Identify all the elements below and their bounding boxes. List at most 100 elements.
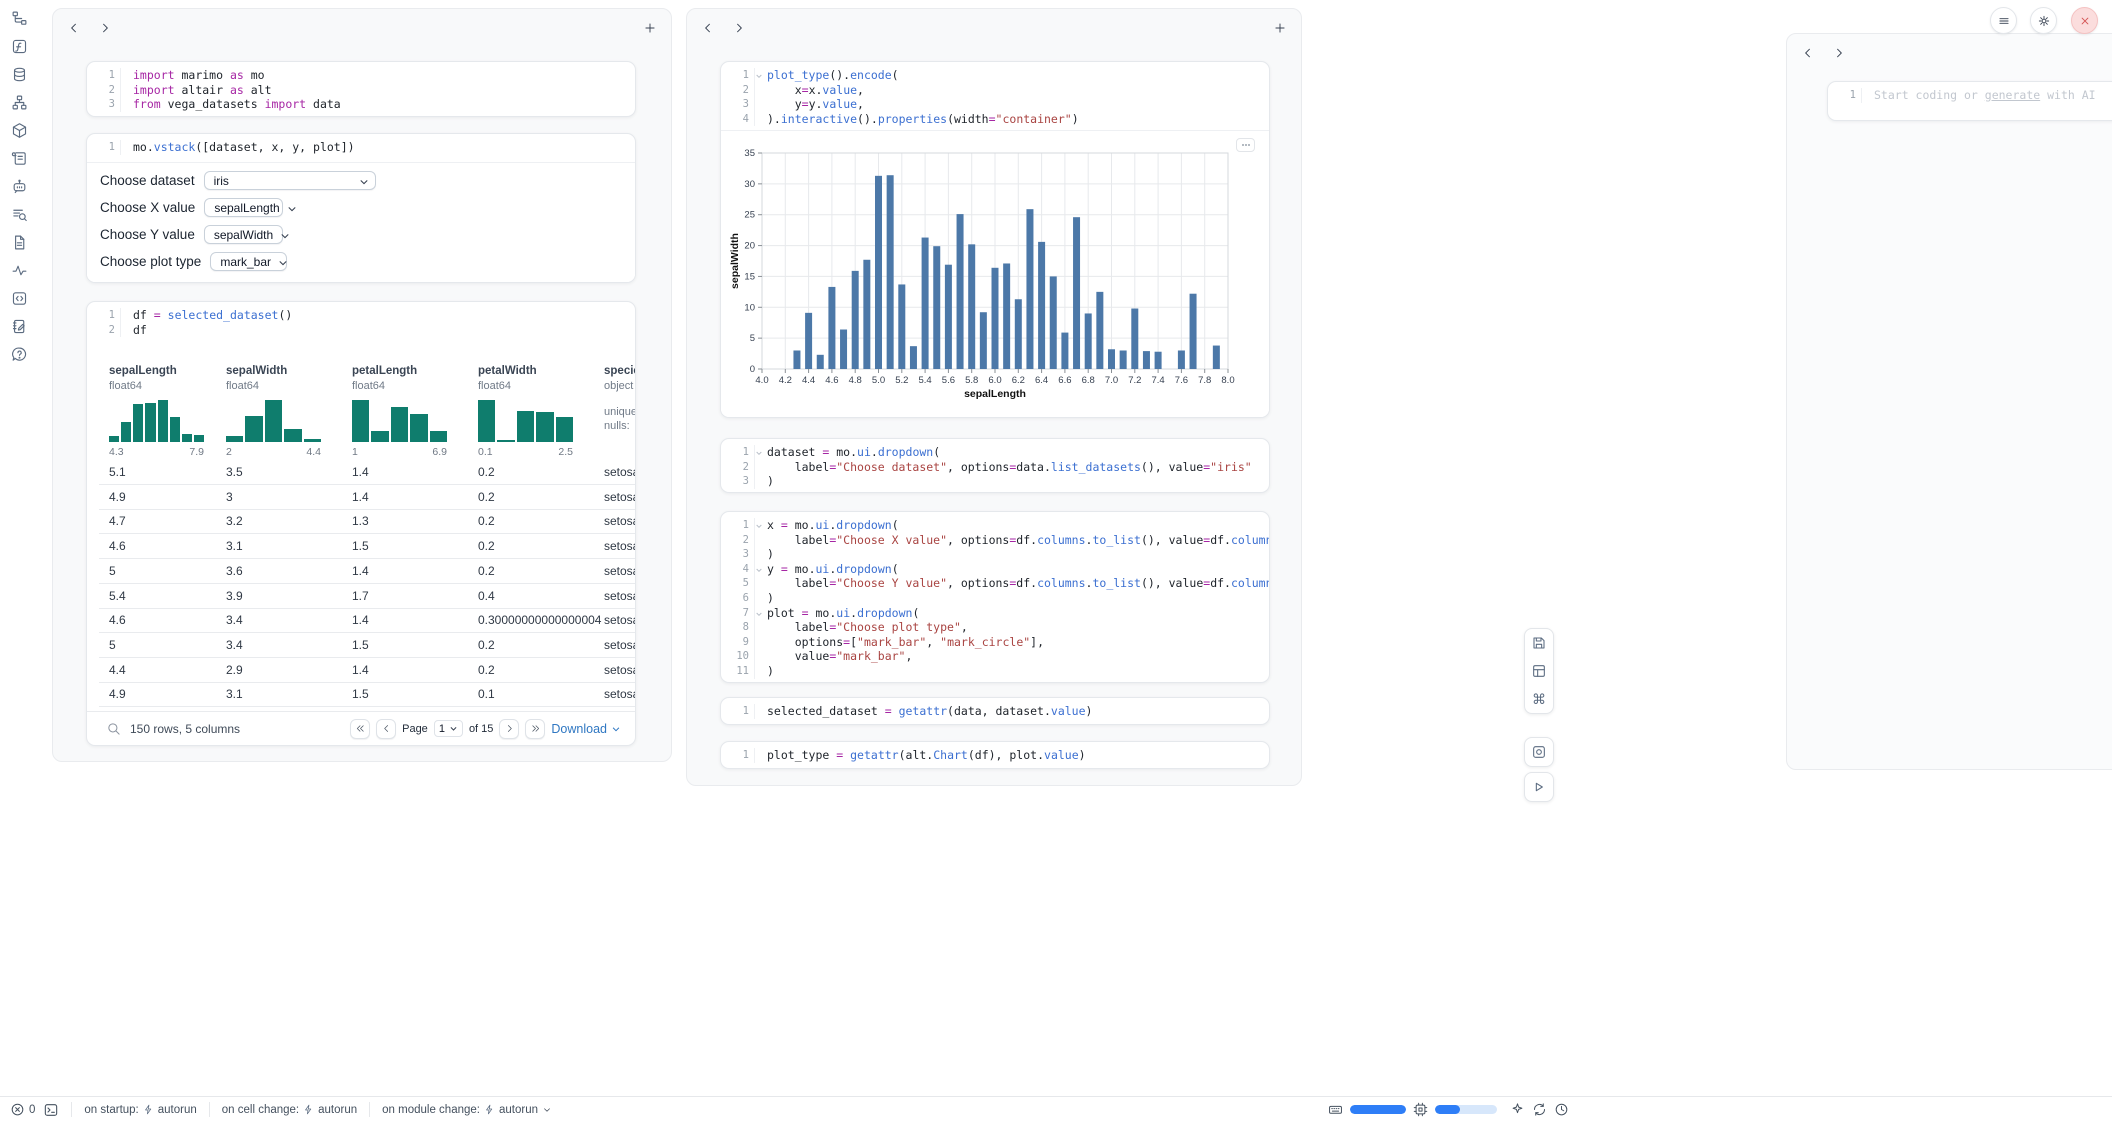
next-page-button[interactable] <box>499 719 519 739</box>
table-row[interactable]: 53.41.50.2setosa <box>99 633 636 658</box>
table-cell: 0.2 <box>478 465 495 479</box>
line-number: 9 <box>721 635 755 650</box>
column-header[interactable]: species <box>604 365 636 377</box>
on-startup-setting[interactable]: on startup: autorun <box>84 1104 196 1116</box>
move-column-right-button[interactable] <box>732 21 746 35</box>
move-column-left-button[interactable] <box>701 21 715 35</box>
last-page-button[interactable] <box>525 719 545 739</box>
code-placeholder-input[interactable]: Start coding or generate with AI <box>1862 88 2096 103</box>
dropdown-choose-y-value[interactable]: sepalWidth <box>204 225 283 244</box>
add-cell-button[interactable] <box>643 21 657 35</box>
code-editor[interactable]: 1plot_type = getattr(alt.Chart(df), plot… <box>721 742 1269 768</box>
layout-grid-button[interactable] <box>1528 660 1550 682</box>
fold-chevron-icon[interactable] <box>755 520 763 528</box>
on-cell-change-setting[interactable]: on cell change: autorun <box>222 1104 357 1116</box>
download-button[interactable]: Download <box>551 722 621 736</box>
code-editor[interactable]: 1selected_dataset = getattr(data, datase… <box>721 698 1269 724</box>
move-column-right-button[interactable] <box>98 21 112 35</box>
page-select[interactable]: 1 <box>434 720 463 737</box>
snippets-search-icon[interactable] <box>11 206 28 223</box>
table-row[interactable]: 53.61.40.2setosa <box>99 559 636 584</box>
help-icon[interactable] <box>11 346 28 363</box>
code-snippet-icon[interactable] <box>11 290 28 307</box>
generate-with-ai-link[interactable]: generate <box>1985 88 2040 102</box>
line-number: 1 <box>721 445 755 460</box>
error-count-indicator[interactable]: 0 <box>10 1102 35 1117</box>
cell-plot-type[interactable]: 1plot_type = getattr(alt.Chart(df), plot… <box>720 741 1270 769</box>
cell-imports[interactable]: 1import marimo as mo2import altair as al… <box>86 61 636 117</box>
code-editor[interactable]: 1x = mo.ui.dropdown(2 label="Choose X va… <box>721 512 1269 683</box>
cell-xy-plot-dropdowns[interactable]: 1x = mo.ui.dropdown(2 label="Choose X va… <box>720 511 1270 683</box>
notebook-menu-button[interactable] <box>1990 7 2017 34</box>
dropdown-choose-x-value[interactable]: sepalLength <box>204 198 283 217</box>
column-histogram[interactable] <box>352 400 447 442</box>
table-cell: 1.4 <box>352 564 369 578</box>
code-editor[interactable]: 1import marimo as mo2import altair as al… <box>87 62 635 117</box>
column-histogram[interactable] <box>109 400 204 442</box>
prev-page-button[interactable] <box>376 719 396 739</box>
column-header[interactable]: sepalLength <box>109 365 177 377</box>
move-column-right-button[interactable] <box>1832 46 1846 60</box>
empty-cell[interactable]: 1 Start coding or generate with AI <box>1827 81 2112 121</box>
on-module-change-setting[interactable]: on module change: autorun <box>382 1104 552 1116</box>
column-header[interactable]: sepalWidth <box>226 365 287 377</box>
line-number: 2 <box>721 533 755 548</box>
keyboard-shortcuts-button[interactable]: ⌘ <box>1528 688 1550 710</box>
dropdown-choose-plot-type[interactable]: mark_bar <box>210 252 287 271</box>
refresh-icon[interactable] <box>1532 1102 1547 1117</box>
table-row[interactable]: 4.63.41.40.30000000000000004setosa <box>99 608 636 633</box>
code-editor[interactable]: 1plot_type().encode(2 x=x.value,3 y=y.va… <box>721 62 1269 131</box>
column-header[interactable]: petalWidth <box>478 365 537 377</box>
save-button[interactable] <box>1528 632 1550 654</box>
search-icon[interactable] <box>106 721 121 736</box>
document-icon[interactable] <box>11 234 28 251</box>
cell-selected-dataset[interactable]: 1selected_dataset = getattr(data, datase… <box>720 697 1270 725</box>
dependency-graph-icon[interactable] <box>11 94 28 111</box>
cell-vstack-controls[interactable]: 1mo.vstack([dataset, x, y, plot])Choose … <box>86 133 636 283</box>
table-row[interactable]: 5.43.91.70.4setosa <box>99 584 636 609</box>
first-page-button[interactable] <box>350 719 370 739</box>
logs-scroll-icon[interactable] <box>11 150 28 167</box>
bar-chart[interactable]: 051015202530354.04.24.44.64.85.05.25.45.… <box>728 137 1264 403</box>
table-row[interactable]: 4.63.11.50.2setosa <box>99 534 636 559</box>
scratchpad-notebook-icon[interactable] <box>11 318 28 335</box>
table-row[interactable]: 4.931.40.2setosa <box>99 485 636 510</box>
column-histogram[interactable] <box>478 400 573 442</box>
database-icon[interactable] <box>11 66 28 83</box>
code-editor[interactable]: 1mo.vstack([dataset, x, y, plot]) <box>87 134 635 160</box>
fold-chevron-icon[interactable] <box>755 564 763 572</box>
chart-options-button[interactable] <box>1236 138 1255 152</box>
scratchpad-button[interactable] <box>1524 737 1554 767</box>
add-cell-button[interactable] <box>1273 21 1287 35</box>
table-row[interactable]: 4.93.11.50.1setosa <box>99 682 636 707</box>
dataframe-table[interactable]: sepalLengthfloat644.37.9sepalWidthfloat6… <box>99 357 636 708</box>
table-row[interactable]: 4.73.21.30.2setosa <box>99 509 636 534</box>
move-column-left-button[interactable] <box>1801 46 1815 60</box>
fold-chevron-icon[interactable] <box>755 608 763 616</box>
tracing-activity-icon[interactable] <box>11 262 28 279</box>
history-clock-icon[interactable] <box>1554 1102 1569 1117</box>
table-row[interactable]: 4.42.91.40.2setosa <box>99 658 636 683</box>
file-tree-icon[interactable] <box>11 10 28 27</box>
function-square-icon[interactable] <box>11 38 28 55</box>
settings-button[interactable] <box>2030 7 2057 34</box>
ai-sparkle-icon[interactable] <box>1510 1102 1525 1117</box>
column-header[interactable]: petalLength <box>352 365 417 377</box>
code-editor[interactable]: 1df = selected_dataset()2df <box>87 302 635 342</box>
chat-bot-icon[interactable] <box>11 178 28 195</box>
run-button[interactable] <box>1524 772 1554 802</box>
shutdown-button[interactable] <box>2071 7 2098 34</box>
move-column-left-button[interactable] <box>67 21 81 35</box>
cell-plot[interactable]: 1plot_type().encode(2 x=x.value,3 y=y.va… <box>720 61 1270 418</box>
fold-chevron-icon[interactable] <box>755 447 763 455</box>
cell-dataset-dropdown[interactable]: 1dataset = mo.ui.dropdown(2 label="Choos… <box>720 438 1270 493</box>
terminal-button[interactable] <box>43 1102 59 1118</box>
package-icon[interactable] <box>11 122 28 139</box>
cell-dataframe[interactable]: 1df = selected_dataset()2df sepalLengthfl… <box>86 301 636 746</box>
column-histogram[interactable] <box>226 400 321 442</box>
table-row[interactable]: 5.13.51.40.2setosa <box>99 460 636 485</box>
code-editor[interactable]: 1dataset = mo.ui.dropdown(2 label="Choos… <box>721 439 1269 493</box>
dropdown-choose-dataset[interactable]: iris <box>204 171 376 190</box>
keyboard-icon <box>1328 1102 1343 1117</box>
fold-chevron-icon[interactable] <box>755 70 763 78</box>
